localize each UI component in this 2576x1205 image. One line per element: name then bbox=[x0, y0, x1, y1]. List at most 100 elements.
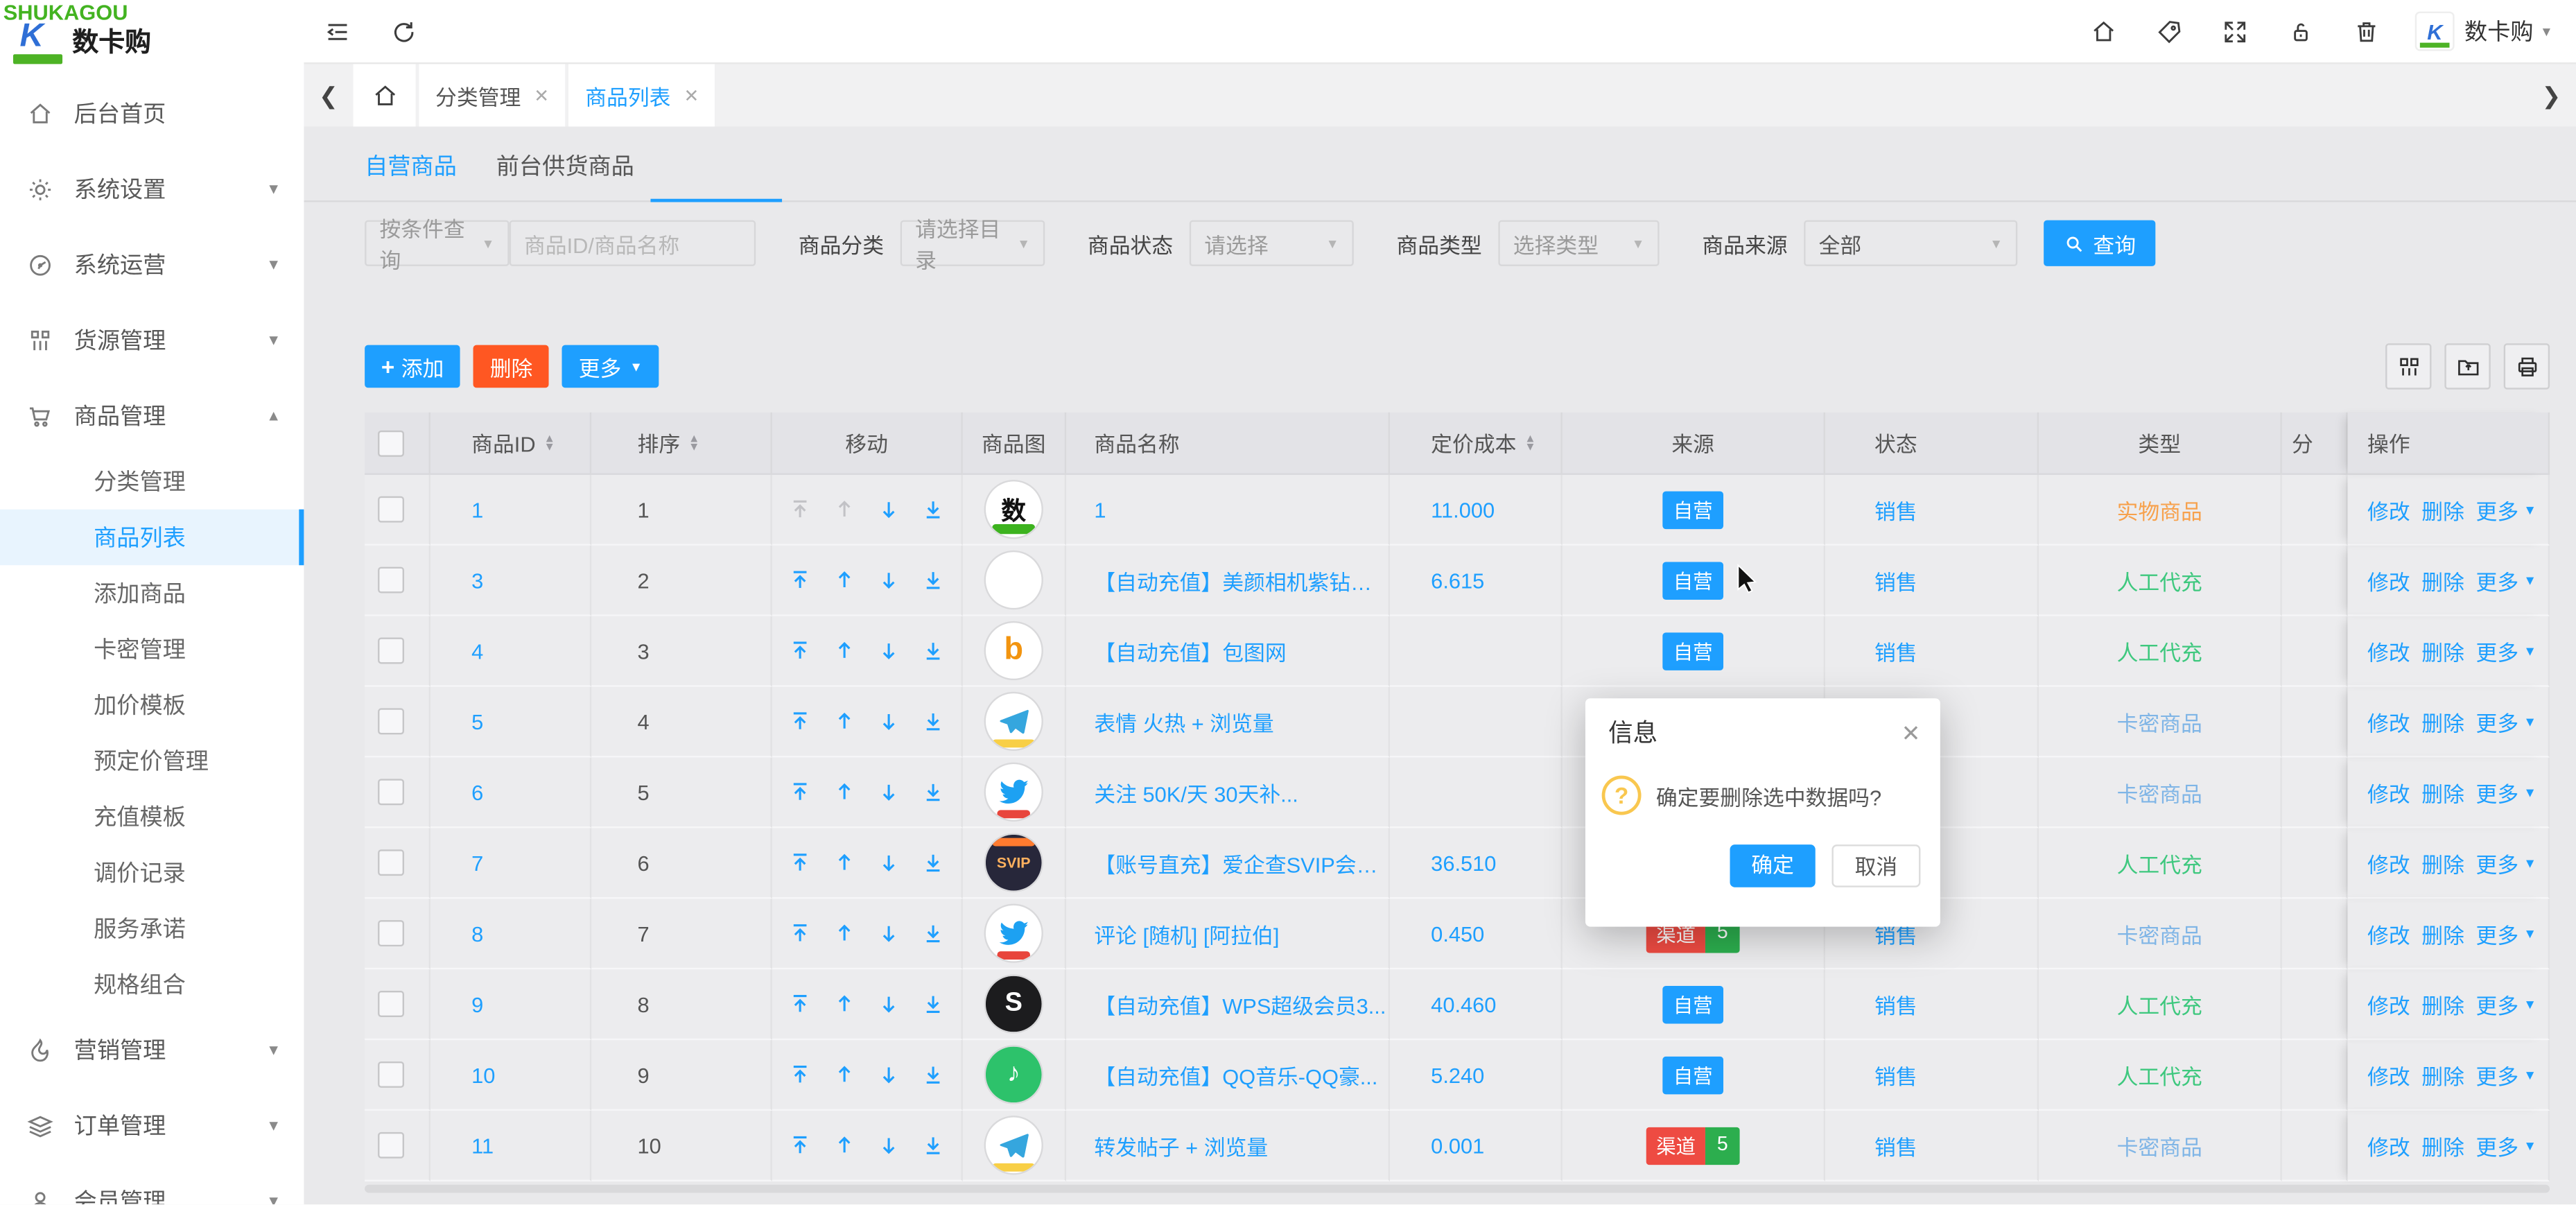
sidebar-subitem[interactable]: 分类管理 bbox=[0, 453, 304, 510]
delete-link[interactable]: 删除 bbox=[2421, 1059, 2464, 1090]
sort-icon[interactable]: ▲▼ bbox=[543, 435, 555, 451]
sidebar-item-0[interactable]: 后台首页 bbox=[0, 76, 304, 151]
sidebar-item-6[interactable]: 订单管理▼ bbox=[0, 1088, 304, 1163]
product-id[interactable]: 3 bbox=[471, 568, 483, 593]
move-top-icon[interactable] bbox=[789, 1134, 812, 1156]
select-all-checkbox[interactable] bbox=[378, 430, 404, 456]
product-id[interactable]: 4 bbox=[471, 639, 483, 664]
more-link[interactable]: 更多 bbox=[2476, 847, 2519, 878]
sidebar-item-5[interactable]: 营销管理▼ bbox=[0, 1012, 304, 1088]
move-bottom-icon[interactable] bbox=[922, 1063, 945, 1086]
product-name-link[interactable]: 【自动充值】QQ音乐-QQ豪... bbox=[1094, 1059, 1377, 1090]
product-id[interactable]: 8 bbox=[471, 921, 483, 946]
move-up-icon[interactable] bbox=[833, 710, 856, 733]
delete-link[interactable]: 删除 bbox=[2421, 1129, 2464, 1161]
source-select[interactable]: 全部▼ bbox=[1804, 220, 2017, 266]
edit-link[interactable]: 修改 bbox=[2367, 847, 2410, 878]
edit-link[interactable]: 修改 bbox=[2367, 706, 2410, 737]
sidebar-item-2[interactable]: 系统运营▼ bbox=[0, 227, 304, 302]
edit-link[interactable]: 修改 bbox=[2367, 494, 2410, 525]
move-bottom-icon[interactable] bbox=[922, 922, 945, 945]
product-name-link[interactable]: 评论 [随机] [阿拉伯] bbox=[1094, 918, 1279, 949]
sidebar-item-1[interactable]: 系统设置▼ bbox=[0, 151, 304, 227]
edit-link[interactable]: 修改 bbox=[2367, 777, 2410, 808]
move-down-icon[interactable] bbox=[878, 710, 900, 733]
move-top-icon[interactable] bbox=[789, 922, 812, 945]
product-id[interactable]: 7 bbox=[471, 850, 483, 875]
product-name-link[interactable]: 表情 火热 + 浏览量 bbox=[1094, 706, 1273, 737]
move-top-icon[interactable] bbox=[789, 639, 812, 662]
home-shortcut-button[interactable] bbox=[2070, 0, 2136, 62]
sidebar-subitem[interactable]: 预定价管理 bbox=[0, 733, 304, 789]
more-link[interactable]: 更多 bbox=[2476, 635, 2519, 666]
sidebar-subitem[interactable]: 商品列表 bbox=[0, 510, 304, 566]
row-checkbox[interactable] bbox=[378, 638, 404, 664]
sidebar-subitem[interactable]: 规格组合 bbox=[0, 956, 304, 1012]
move-bottom-icon[interactable] bbox=[922, 851, 945, 874]
user-avatar[interactable]: K bbox=[2415, 12, 2455, 51]
row-checkbox[interactable] bbox=[378, 567, 404, 593]
move-top-icon[interactable] bbox=[789, 498, 812, 521]
sidebar-subitem[interactable]: 添加商品 bbox=[0, 565, 304, 621]
row-checkbox[interactable] bbox=[378, 496, 404, 523]
move-bottom-icon[interactable] bbox=[922, 710, 945, 733]
tab-product-list[interactable]: 商品列表✕ bbox=[569, 64, 715, 126]
more-link[interactable]: 更多 bbox=[2476, 1129, 2519, 1161]
move-bottom-icon[interactable] bbox=[922, 498, 945, 521]
sidebar-subitem[interactable]: 卡密管理 bbox=[0, 621, 304, 677]
tab-self-products[interactable]: 自营商品 bbox=[365, 150, 457, 202]
edit-link[interactable]: 修改 bbox=[2367, 564, 2410, 596]
product-name-link[interactable]: 【自动充值】美颜相机紫钻会... bbox=[1094, 564, 1388, 596]
move-down-icon[interactable] bbox=[878, 851, 900, 874]
clear-cache-button[interactable] bbox=[2333, 0, 2399, 62]
move-down-icon[interactable] bbox=[878, 992, 900, 1015]
more-button[interactable]: 更多▼ bbox=[562, 345, 659, 388]
status-select[interactable]: 请选择▼ bbox=[1190, 220, 1354, 266]
move-up-icon[interactable] bbox=[833, 922, 856, 945]
row-checkbox[interactable] bbox=[378, 708, 404, 734]
move-down-icon[interactable] bbox=[878, 498, 900, 521]
move-up-icon[interactable] bbox=[833, 569, 856, 591]
move-top-icon[interactable] bbox=[789, 569, 812, 591]
move-top-icon[interactable] bbox=[789, 710, 812, 733]
product-name-link[interactable]: 转发帖子 + 浏览量 bbox=[1094, 1129, 1268, 1161]
sort-icon[interactable]: ▲▼ bbox=[1524, 435, 1535, 451]
type-select[interactable]: 选择类型▼ bbox=[1498, 220, 1659, 266]
row-checkbox[interactable] bbox=[378, 991, 404, 1017]
product-id[interactable]: 1 bbox=[471, 497, 483, 522]
move-bottom-icon[interactable] bbox=[922, 992, 945, 1015]
sidebar-item-3[interactable]: 货源管理▼ bbox=[0, 302, 304, 378]
move-top-icon[interactable] bbox=[789, 992, 812, 1015]
search-button[interactable]: 查询 bbox=[2044, 220, 2155, 266]
delete-link[interactable]: 删除 bbox=[2421, 988, 2464, 1019]
more-link[interactable]: 更多 bbox=[2476, 564, 2519, 596]
header-product-id[interactable]: 商品ID▲▼ bbox=[430, 413, 591, 475]
product-name-link[interactable]: 关注 50K/天 30天补... bbox=[1094, 777, 1298, 808]
tab-front-supply-products[interactable]: 前台供货商品 bbox=[496, 150, 634, 202]
row-checkbox[interactable] bbox=[378, 1061, 404, 1088]
product-name-link[interactable]: 【账号直充】爱企查SVIP会员... bbox=[1094, 847, 1388, 878]
refresh-button[interactable] bbox=[369, 0, 435, 62]
user-name[interactable]: 数卡购 bbox=[2464, 15, 2534, 47]
more-link[interactable]: 更多 bbox=[2476, 1059, 2519, 1090]
move-bottom-icon[interactable] bbox=[922, 1134, 945, 1156]
move-up-icon[interactable] bbox=[833, 1134, 856, 1156]
move-top-icon[interactable] bbox=[789, 781, 812, 804]
sidebar-subitem[interactable]: 服务承诺 bbox=[0, 901, 304, 957]
condition-select[interactable]: 按条件查询▼ bbox=[365, 220, 510, 266]
more-link[interactable]: 更多 bbox=[2476, 918, 2519, 949]
close-tab-icon[interactable]: ✕ bbox=[534, 85, 549, 106]
move-up-icon[interactable] bbox=[833, 851, 856, 874]
more-link[interactable]: 更多 bbox=[2476, 777, 2519, 808]
delete-link[interactable]: 删除 bbox=[2421, 635, 2464, 666]
category-select[interactable]: 请选择目录▼ bbox=[900, 220, 1045, 266]
edit-link[interactable]: 修改 bbox=[2367, 918, 2410, 949]
move-bottom-icon[interactable] bbox=[922, 781, 945, 804]
tab-category-manage[interactable]: 分类管理✕ bbox=[419, 64, 565, 126]
row-checkbox[interactable] bbox=[378, 1132, 404, 1159]
row-checkbox[interactable] bbox=[378, 779, 404, 805]
add-button[interactable]: +添加 bbox=[365, 345, 460, 388]
move-bottom-icon[interactable] bbox=[922, 639, 945, 662]
sort-icon[interactable]: ▲▼ bbox=[688, 435, 699, 451]
delete-link[interactable]: 删除 bbox=[2421, 777, 2464, 808]
